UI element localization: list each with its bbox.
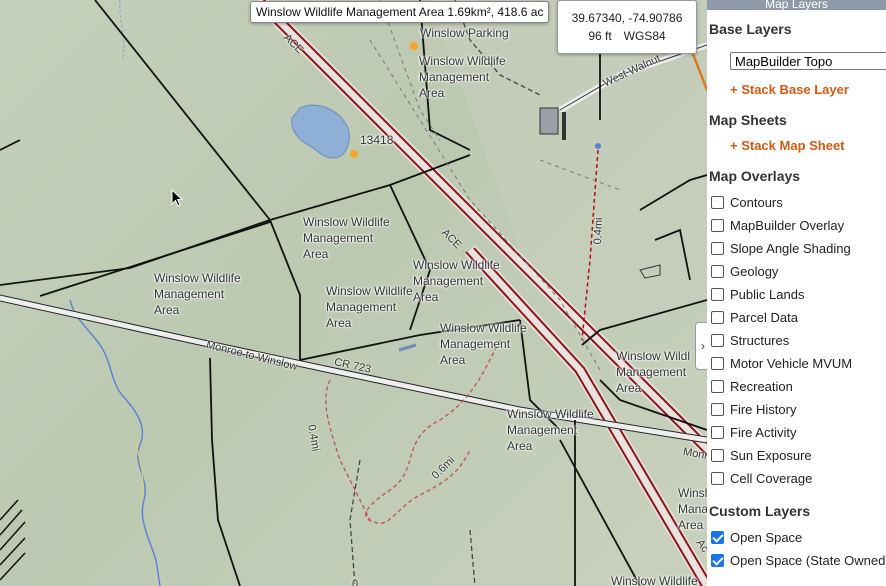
checkbox[interactable] — [711, 287, 724, 301]
stack-base-layer-link[interactable]: + Stack Base Layer — [730, 82, 849, 97]
overlay-fire-activity[interactable]: Fire Activity — [711, 422, 796, 442]
layer-label: Cell Coverage — [730, 470, 813, 486]
layer-label: MapBuilder Overlay — [730, 217, 845, 233]
poi-parking-label: Winslow Parking — [420, 26, 509, 40]
layer-label: Structures — [730, 332, 790, 348]
custom-layer-open-space-state-owned[interactable]: Open Space (State Owned) — [711, 550, 886, 570]
distance-label-4: 0. — [352, 578, 362, 586]
base-layer-select[interactable]: MapBuilder Topo — [730, 52, 886, 70]
overlay-contours[interactable]: Contours — [711, 192, 783, 212]
overlay-public-lands[interactable]: Public Lands — [711, 284, 804, 304]
overlay-fire-history[interactable]: Fire History — [711, 399, 796, 419]
overlay-sun-exposure[interactable]: Sun Exposure — [711, 445, 812, 465]
checkbox[interactable] — [711, 195, 724, 209]
area-label-8: Winslow Wildl Management Area — [616, 349, 691, 395]
chevron-right-icon: › — [701, 339, 705, 353]
overlay-parcel-data[interactable]: Parcel Data — [711, 307, 798, 327]
layer-label: Motor Vehicle MVUM — [730, 355, 853, 371]
custom-layer-open-space[interactable]: Open Space — [711, 527, 802, 547]
checkbox[interactable] — [711, 310, 724, 324]
overlay-motor-vehicle-mvum[interactable]: Motor Vehicle MVUM — [711, 353, 852, 373]
map-layers-panel: Map Layers Base Layers MapBuilder Topo +… — [707, 0, 886, 586]
area-label-6: Winslow Wildlife Management Area — [440, 321, 527, 367]
layer-label: Slope Angle Shading — [730, 240, 851, 256]
stack-map-sheet-link[interactable]: + Stack Map Sheet — [730, 138, 845, 153]
map-canvas[interactable]: Winslow Wildlife Management Area Winslow W… — [0, 0, 707, 586]
overlay-cell-coverage[interactable]: Cell Coverage — [711, 468, 812, 488]
area-label-5: Winslow Wildlife Management Area — [326, 284, 413, 330]
area-label-3: Winslow Wildlife Management Area — [154, 271, 241, 317]
checkbox[interactable] — [711, 402, 724, 416]
checkbox[interactable] — [711, 379, 724, 393]
map-overlays-title: Map Overlays — [709, 168, 801, 184]
base-layers-title: Base Layers — [709, 21, 792, 37]
layer-label: Geology — [730, 263, 779, 279]
area-label-9: Winsl Mana Area — [678, 486, 707, 532]
layer-label: Recreation — [730, 378, 793, 394]
overlay-structures[interactable]: Structures — [711, 330, 789, 350]
overlay-recreation[interactable]: Recreation — [711, 376, 793, 396]
poi-elevation-label: 13418 — [360, 133, 394, 147]
panel-header: Map Layers — [707, 0, 886, 10]
layer-label: Open Space — [730, 529, 803, 545]
custom-layers-title: Custom Layers — [709, 503, 811, 519]
elevation-value: 96 ft — [588, 29, 612, 43]
overlay-slope-angle-shading[interactable]: Slope Angle Shading — [711, 238, 851, 258]
layer-label: Parcel Data — [730, 309, 798, 325]
checkbox[interactable] — [711, 553, 724, 567]
area-label-2: Winslow Wildlife Management Area — [303, 215, 390, 261]
datum-value: WGS84 — [623, 29, 666, 43]
distance-label-1: 0.4mi — [591, 217, 605, 245]
overlay-geology[interactable]: Geology — [711, 261, 778, 281]
mouse-cursor-icon — [171, 189, 184, 207]
area-label-1: Winslow Wildlife Management Area — [419, 54, 506, 100]
area-label-10: Winslow Wildlife — [611, 574, 698, 586]
checkbox[interactable] — [711, 333, 724, 347]
checkbox[interactable] — [711, 264, 724, 278]
map-sheets-title: Map Sheets — [709, 112, 787, 128]
area-tooltip: Winslow Wildlife Management Area 1.69km²… — [250, 1, 550, 23]
checkbox[interactable] — [711, 218, 724, 232]
area-label-4: Winslow Wildlife Management Area — [413, 258, 500, 304]
checkbox[interactable] — [711, 530, 724, 544]
latlon-value: 39.67340, -74.90786 — [571, 11, 683, 25]
layer-label: Contours — [730, 194, 783, 210]
layer-label: Fire History — [730, 401, 797, 417]
layer-label: Fire Activity — [730, 424, 797, 440]
layer-label: Public Lands — [730, 286, 805, 302]
checkbox[interactable] — [711, 356, 724, 370]
checkbox[interactable] — [711, 471, 724, 485]
area-label-7: Winslow Wildlife Management Area — [507, 407, 594, 453]
coordinate-readout: 39.67340, -74.90786 96 ft WGS84 — [557, 0, 697, 54]
checkbox[interactable] — [711, 241, 724, 255]
checkbox[interactable] — [711, 448, 724, 462]
checkbox[interactable] — [711, 425, 724, 439]
overlay-mapbuilder-overlay[interactable]: MapBuilder Overlay — [711, 215, 844, 235]
layer-label: Open Space (State Owned) — [730, 552, 886, 568]
layer-label: Sun Exposure — [730, 447, 812, 463]
